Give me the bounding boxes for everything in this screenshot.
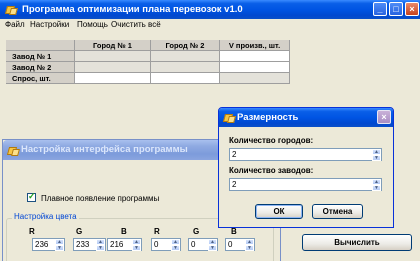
- column-header-city-1[interactable]: Город № 1: [75, 40, 151, 51]
- table-cell[interactable]: [75, 51, 151, 62]
- row-header-plant-2[interactable]: Завод № 2: [6, 62, 75, 73]
- bg-blue-spinner[interactable]: 216 ▲ ▼: [107, 238, 142, 251]
- b-label-1: B: [121, 227, 127, 236]
- table-cell[interactable]: [151, 73, 220, 84]
- cities-count-spinner[interactable]: 2 ▲ ▼: [229, 148, 382, 161]
- g-label-2: G: [193, 227, 200, 236]
- menu-clear-all[interactable]: Очистить всё: [111, 20, 161, 29]
- g-label-1: G: [76, 227, 83, 236]
- smooth-appear-label[interactable]: Плавное появление программы: [41, 194, 159, 203]
- checkmark-icon: ✓: [28, 191, 36, 201]
- color-group-label: Настройка цвета: [12, 212, 79, 221]
- row-header-plant-1[interactable]: Завод № 1: [6, 51, 75, 62]
- fg-green-value: 0: [191, 240, 196, 249]
- column-header-city-2[interactable]: Город № 2: [151, 40, 220, 51]
- fg-green-spinner[interactable]: 0 ▲ ▼: [188, 238, 218, 251]
- smooth-appear-checkbox[interactable]: ✓: [27, 191, 36, 202]
- r-label-2: R: [154, 227, 160, 236]
- table-cell[interactable]: [75, 73, 151, 84]
- table-corner: [6, 40, 75, 51]
- settings-title: Настройка интерфейса программы: [21, 144, 188, 155]
- spin-down-icon[interactable]: ▼: [372, 185, 381, 191]
- cities-count-value: 2: [232, 150, 237, 159]
- bg-red-spinner[interactable]: 236 ▲ ▼: [32, 238, 65, 251]
- spin-down-icon[interactable]: ▼: [132, 245, 141, 251]
- bg-red-value: 236: [35, 240, 49, 249]
- bg-blue-value: 216: [110, 240, 124, 249]
- menu-file[interactable]: Файл: [5, 20, 25, 29]
- spin-down-icon[interactable]: ▼: [372, 155, 381, 161]
- spin-down-icon[interactable]: ▼: [245, 245, 254, 251]
- cities-count-label: Количество городов:: [229, 136, 314, 145]
- size-dialog-title: Размерность: [237, 112, 299, 123]
- fg-red-value: 0: [154, 240, 159, 249]
- fg-blue-value: 0: [228, 240, 233, 249]
- column-header-volume[interactable]: V произв., шт.: [220, 40, 290, 51]
- fg-red-spinner[interactable]: 0 ▲ ▼: [151, 238, 181, 251]
- table-cell[interactable]: [151, 62, 220, 73]
- size-dialog-close-button[interactable]: ×: [377, 110, 391, 124]
- close-button[interactable]: ×: [405, 2, 419, 16]
- size-dialog: Размерность × Количество городов: 2 ▲ ▼ К…: [218, 107, 394, 228]
- fg-blue-spinner[interactable]: 0 ▲ ▼: [225, 238, 255, 251]
- spin-down-icon[interactable]: ▼: [55, 245, 64, 251]
- table-cell[interactable]: [220, 73, 290, 84]
- menu-bar: Файл Настройки Помощь Очистить всё: [0, 19, 420, 31]
- app-icon: [5, 5, 16, 14]
- compute-button[interactable]: Вычислить: [302, 234, 412, 251]
- row-header-demand[interactable]: Спрос, шт.: [6, 73, 75, 84]
- r-label-1: R: [29, 227, 35, 236]
- main-titlebar[interactable]: Программа оптимизации плана перевозок v1…: [0, 0, 420, 19]
- minimize-button[interactable]: _: [373, 2, 387, 16]
- bg-green-value: 233: [76, 240, 90, 249]
- spin-down-icon[interactable]: ▼: [171, 245, 180, 251]
- table-cell[interactable]: [220, 62, 290, 73]
- spin-down-icon[interactable]: ▼: [96, 245, 105, 251]
- settings-app-icon: [7, 146, 18, 155]
- size-dialog-icon: [223, 113, 234, 122]
- plants-count-spinner[interactable]: 2 ▲ ▼: [229, 178, 382, 191]
- b-label-2: B: [231, 227, 237, 236]
- table-cell[interactable]: [151, 51, 220, 62]
- maximize-button[interactable]: □: [389, 2, 403, 16]
- menu-settings[interactable]: Настройки: [30, 20, 69, 29]
- menu-help[interactable]: Помощь: [77, 20, 108, 29]
- table-cell[interactable]: [75, 62, 151, 73]
- plants-count-label: Количество заводов:: [229, 166, 314, 175]
- ok-button[interactable]: ОК: [255, 204, 303, 219]
- cancel-button[interactable]: Отмена: [312, 204, 363, 219]
- main-title: Программа оптимизации плана перевозок v1…: [22, 4, 243, 15]
- table-cell[interactable]: [220, 51, 290, 62]
- bg-green-spinner[interactable]: 233 ▲ ▼: [73, 238, 106, 251]
- spin-down-icon[interactable]: ▼: [208, 245, 217, 251]
- plants-count-value: 2: [232, 180, 237, 189]
- size-dialog-titlebar[interactable]: Размерность ×: [219, 108, 393, 127]
